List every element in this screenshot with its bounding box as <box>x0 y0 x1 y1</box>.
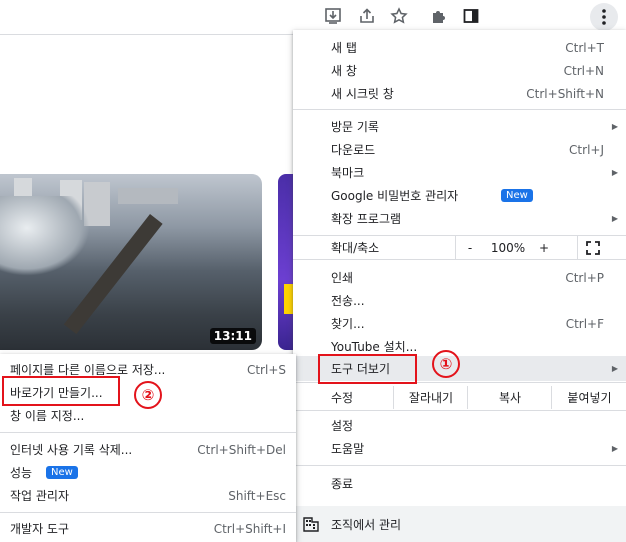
video-thumbnail[interactable]: 13:11 <box>0 174 262 350</box>
new-badge: New <box>46 466 78 479</box>
menu-item-new-incognito[interactable]: 새 시크릿 창 Ctrl+Shift+N <box>293 82 626 105</box>
copy-button[interactable]: 복사 <box>467 386 552 409</box>
submenu-item-performance[interactable]: 성능 New <box>0 461 296 484</box>
building-icon <box>303 517 319 532</box>
submenu-arrow-icon: ▶ <box>611 444 618 453</box>
annotation-box-create-shortcut <box>2 376 120 406</box>
menu-divider <box>0 512 296 513</box>
more-vert-icon <box>602 9 606 25</box>
new-badge: New <box>501 189 533 202</box>
menu-item-help[interactable]: 도움말 ▶ <box>293 437 626 460</box>
zoom-in-button[interactable]: + <box>533 236 555 259</box>
menu-item-new-tab[interactable]: 새 탭 Ctrl+T <box>293 36 626 59</box>
submenu-item-task-manager[interactable]: 작업 관리자 Shift+Esc <box>0 484 296 507</box>
menu-item-print[interactable]: 인쇄 Ctrl+P <box>293 266 626 289</box>
menu-item-password-manager[interactable]: Google 비밀번호 관리자 New <box>293 184 626 207</box>
paste-button[interactable]: 붙여넣기 <box>551 386 626 409</box>
submenu-arrow-icon: ▶ <box>611 122 618 131</box>
side-panel-icon[interactable] <box>461 6 481 26</box>
zoom-level: 100% <box>490 240 526 255</box>
submenu-item-clear-browsing-data[interactable]: 인터넷 사용 기록 삭제... Ctrl+Shift+Del <box>0 438 296 461</box>
managed-by-organization[interactable]: 조직에서 관리 <box>293 506 626 542</box>
zoom-out-button[interactable]: - <box>455 236 484 259</box>
menu-item-downloads[interactable]: 다운로드 Ctrl+J <box>293 138 626 161</box>
submenu-arrow-icon: ▶ <box>611 214 618 223</box>
menu-item-bookmarks[interactable]: 북마크 ▶ <box>293 161 626 184</box>
annotation-step-1: ① <box>432 350 460 378</box>
menu-divider <box>293 465 626 466</box>
menu-item-exit[interactable]: 종료 <box>293 472 626 495</box>
cut-button[interactable]: 잘라내기 <box>393 386 468 409</box>
install-app-icon[interactable] <box>323 6 343 26</box>
menu-item-settings[interactable]: 설정 <box>293 414 626 437</box>
menu-zoom-row: 확대/축소 - 100% + <box>293 236 626 259</box>
submenu-item-developer-tools[interactable]: 개발자 도구 Ctrl+Shift+I <box>0 517 296 540</box>
bookmark-star-icon[interactable] <box>389 6 409 26</box>
menu-divider <box>293 259 626 260</box>
menu-item-new-window[interactable]: 새 창 Ctrl+N <box>293 59 626 82</box>
menu-item-cast[interactable]: 전송... <box>293 289 626 312</box>
chrome-main-menu: 새 탭 Ctrl+T 새 창 Ctrl+N 새 시크릿 창 Ctrl+Shift… <box>293 30 626 542</box>
video-duration: 13:11 <box>209 328 256 344</box>
extensions-puzzle-icon[interactable] <box>428 6 448 26</box>
menu-item-find[interactable]: 찾기... Ctrl+F <box>293 312 626 335</box>
fullscreen-button[interactable] <box>577 236 608 259</box>
annotation-step-2: ② <box>134 381 162 409</box>
chrome-menu-button[interactable] <box>590 3 618 31</box>
menu-item-extensions[interactable]: 확장 프로그램 ▶ <box>293 207 626 230</box>
menu-divider <box>293 410 626 411</box>
submenu-arrow-icon: ▶ <box>611 168 618 177</box>
menu-divider <box>293 109 626 110</box>
menu-item-history[interactable]: 방문 기록 ▶ <box>293 115 626 138</box>
submenu-arrow-icon: ▶ <box>611 364 618 373</box>
annotation-box-more-tools <box>318 354 417 384</box>
share-icon[interactable] <box>357 6 377 26</box>
fullscreen-icon <box>586 240 600 255</box>
menu-divider <box>0 432 296 433</box>
menu-edit-row: 수정 잘라내기 복사 붙여넣기 <box>293 386 626 409</box>
